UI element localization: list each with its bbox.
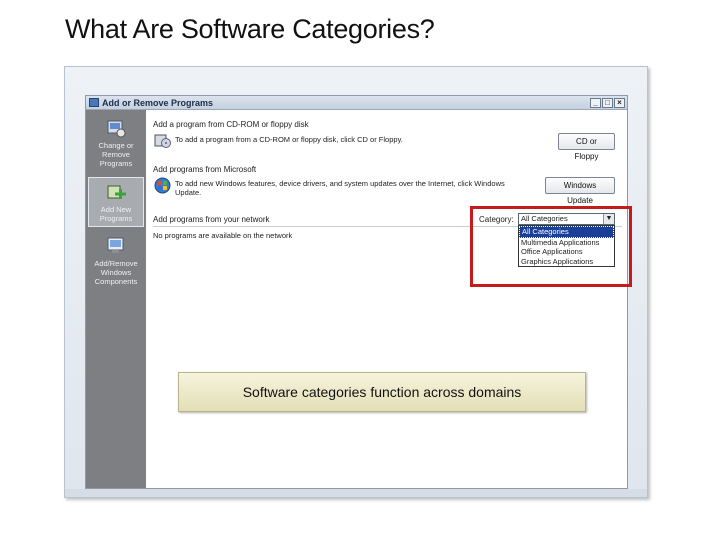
sidebar-item-change-remove[interactable]: Change or Remove Programs — [88, 114, 144, 172]
windows-update-button[interactable]: Windows Update — [545, 177, 615, 205]
app-icon — [89, 98, 99, 107]
frame-bottom-bar — [65, 489, 647, 497]
sidebar-item-add-new[interactable]: Add New Programs — [88, 177, 144, 227]
minimize-button[interactable]: _ — [590, 97, 601, 108]
add-remove-programs-window: Add or Remove Programs _ □ × Change or R… — [85, 95, 628, 489]
maximize-button[interactable]: □ — [602, 97, 613, 108]
sidebar-item-label: Add New Programs — [99, 205, 133, 223]
change-remove-programs-icon — [105, 117, 127, 139]
empty-programs-message: No programs are available on the network — [153, 231, 293, 240]
cd-section-text: To add a program from a CD-ROM or floppy… — [175, 135, 403, 144]
slide-title: What Are Software Categories? — [65, 14, 435, 44]
add-new-programs-icon — [105, 181, 127, 203]
window-title: Add or Remove Programs — [102, 97, 214, 108]
microsoft-section-label: Add programs from Microsoft — [153, 165, 257, 174]
sidebar-item-label: Change or Remove Programs — [98, 141, 134, 168]
network-section-label: Add programs from your network — [153, 215, 270, 224]
category-highlight-box — [470, 206, 632, 287]
callout-box: Software categories function across doma… — [178, 372, 586, 412]
close-button[interactable]: × — [614, 97, 625, 108]
cd-or-floppy-button[interactable]: CD or Floppy — [558, 133, 615, 161]
cd-floppy-icon — [154, 132, 171, 149]
windows-update-icon — [154, 177, 171, 194]
window-titlebar[interactable]: Add or Remove Programs _ □ × — [86, 96, 627, 110]
microsoft-section-text: To add new Windows features, device driv… — [175, 179, 505, 197]
main-content: Add a program from CD-ROM or floppy disk… — [148, 110, 627, 488]
cd-section-label: Add a program from CD-ROM or floppy disk — [153, 120, 309, 129]
sidebar: Change or Remove Programs Add New Progra… — [86, 110, 146, 488]
windows-components-icon — [105, 235, 127, 257]
sidebar-item-windows-components[interactable]: Add/Remove Windows Components — [88, 232, 144, 294]
sidebar-item-label: Add/Remove Windows Components — [94, 259, 138, 286]
